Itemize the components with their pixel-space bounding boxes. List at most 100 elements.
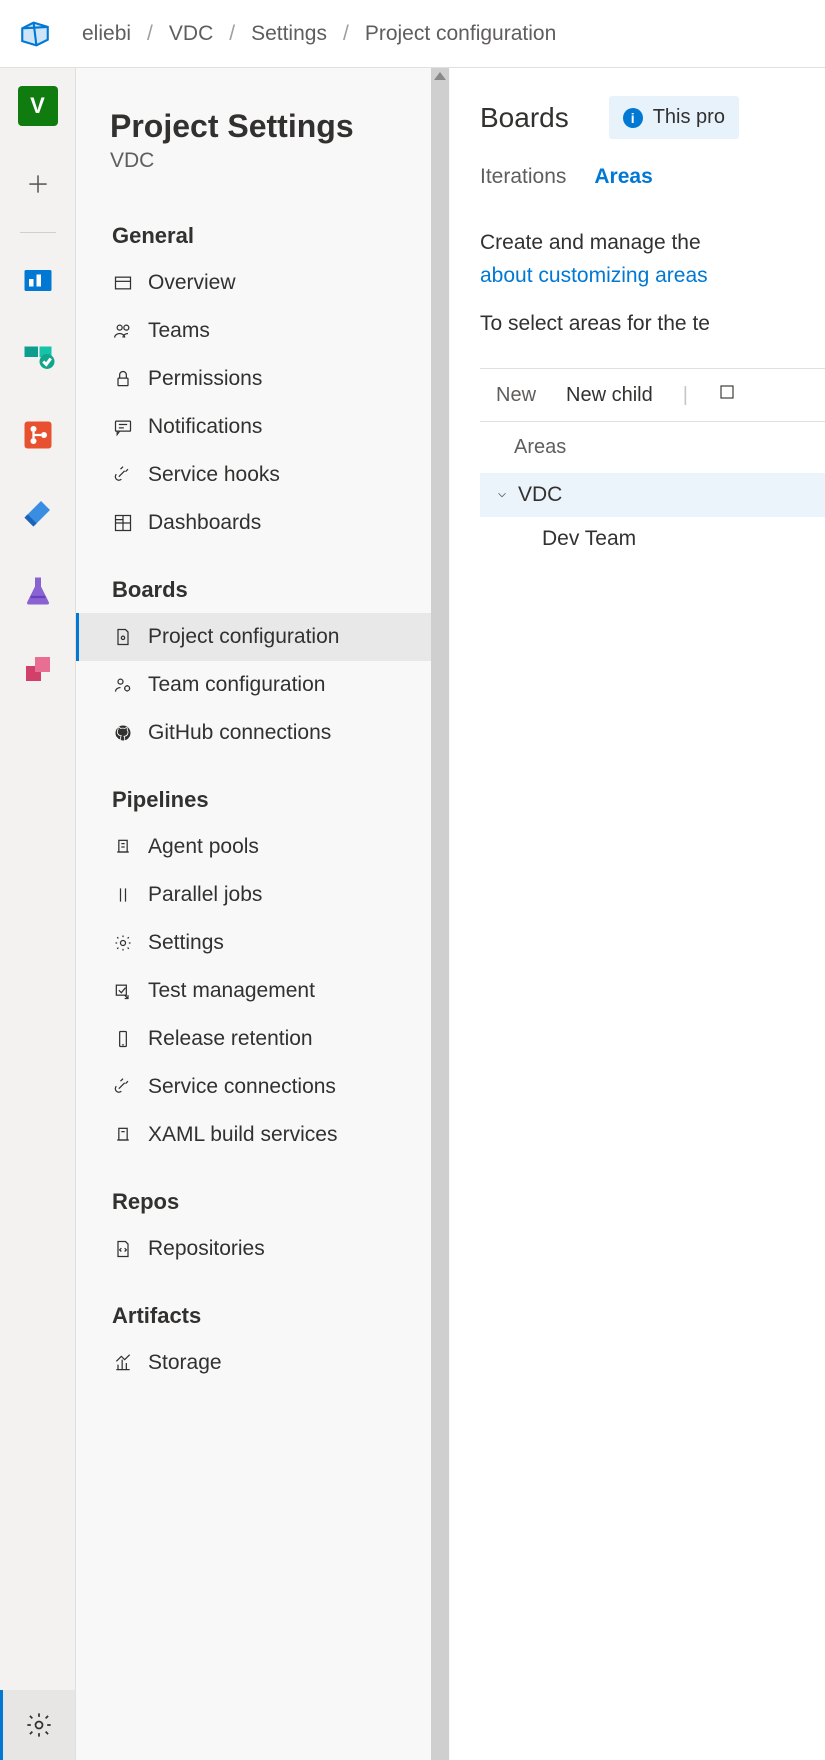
rail-pipelines[interactable] [18, 493, 58, 533]
settings-item-settings[interactable]: Settings [76, 919, 449, 967]
card-icon [112, 273, 134, 293]
settings-item-permissions[interactable]: Permissions [76, 355, 449, 403]
toolbar-sep: | [683, 384, 688, 407]
sidebar-scrollbar[interactable] [431, 68, 449, 1760]
settings-item-label: Release retention [148, 1027, 313, 1051]
breadcrumb-sep-icon: / [229, 22, 235, 46]
settings-item-repositories[interactable]: Repositories [76, 1225, 449, 1273]
chat-icon [112, 417, 134, 437]
breadcrumb-sep-icon: / [343, 22, 349, 46]
breadcrumb-project[interactable]: VDC [169, 22, 213, 46]
beaker-check-icon [112, 981, 134, 1001]
settings-item-label: Repositories [148, 1237, 265, 1261]
project-initial-badge: V [18, 86, 58, 126]
content-desc-link[interactable]: about customizing areas [480, 264, 708, 287]
breadcrumb-org[interactable]: eliebi [82, 22, 131, 46]
content-description-2: To select areas for the te [480, 312, 825, 336]
settings-item-label: XAML build services [148, 1123, 337, 1147]
info-icon: i [623, 108, 643, 128]
settings-item-dashboards[interactable]: Dashboards [76, 499, 449, 547]
gear-icon [112, 933, 134, 953]
content-area: Boards i This pro Iterations Areas Creat… [450, 68, 825, 1760]
tab-areas[interactable]: Areas [594, 165, 652, 199]
settings-item-label: Storage [148, 1351, 222, 1375]
settings-item-agent-pools[interactable]: Agent pools [76, 823, 449, 871]
rail-boards[interactable] [18, 337, 58, 377]
flask-icon [20, 573, 56, 609]
scroll-up-icon [434, 72, 446, 80]
breadcrumb-current: Project configuration [365, 22, 556, 46]
rail-overview[interactable] [18, 259, 58, 299]
content-description: Create and manage the about customizing … [480, 227, 825, 292]
chevron-down-icon [494, 488, 510, 502]
content-tabs: Iterations Areas [480, 165, 825, 199]
section-general: General [76, 193, 449, 259]
settings-item-storage[interactable]: Storage [76, 1339, 449, 1387]
page-title: Project Settings [76, 108, 449, 145]
settings-item-project-config[interactable]: Project configuration [76, 613, 449, 661]
settings-item-label: Project configuration [148, 625, 339, 649]
plug-icon [112, 465, 134, 485]
project-settings-sidebar: Project Settings VDC General Overview Te… [76, 68, 450, 1760]
tab-iterations[interactable]: Iterations [480, 165, 566, 199]
info-callout[interactable]: i This pro [609, 96, 739, 139]
settings-item-label: Service hooks [148, 463, 280, 487]
section-boards: Boards [76, 547, 449, 613]
server-icon [112, 837, 134, 857]
settings-item-parallel-jobs[interactable]: Parallel jobs [76, 871, 449, 919]
repos-icon [20, 417, 56, 453]
settings-item-label: Notifications [148, 415, 262, 439]
area-tree-label: Dev Team [542, 527, 636, 551]
area-tree-child[interactable]: Dev Team [480, 517, 825, 561]
rail-artifacts[interactable] [18, 649, 58, 689]
settings-item-label: Service connections [148, 1075, 336, 1099]
rail-divider [20, 232, 56, 233]
settings-item-label: Dashboards [148, 511, 261, 535]
artifacts-icon [20, 651, 56, 687]
settings-item-xaml[interactable]: XAML build services [76, 1111, 449, 1159]
rail-project-badge[interactable]: V [18, 86, 58, 126]
rail-add-button[interactable] [18, 164, 58, 204]
settings-item-label: Team configuration [148, 673, 325, 697]
settings-item-teams[interactable]: Teams [76, 307, 449, 355]
settings-item-team-config[interactable]: Team configuration [76, 661, 449, 709]
phone-icon [112, 1029, 134, 1049]
rail-settings-button[interactable] [0, 1690, 75, 1760]
areas-toolbar: New New child | [480, 368, 825, 422]
devops-logo-icon[interactable] [18, 17, 52, 51]
toolbar-new-child-button[interactable]: New child [566, 384, 653, 407]
settings-item-label: Settings [148, 931, 224, 955]
area-tree-root[interactable]: VDC [480, 473, 825, 517]
section-artifacts: Artifacts [76, 1273, 449, 1339]
settings-item-service-connections[interactable]: Service connections [76, 1063, 449, 1111]
breadcrumb-section[interactable]: Settings [251, 22, 327, 46]
code-file-icon [112, 1239, 134, 1259]
rail-testplans[interactable] [18, 571, 58, 611]
content-desc-text: Create and manage the [480, 231, 701, 254]
rail-repos[interactable] [18, 415, 58, 455]
settings-item-github[interactable]: GitHub connections [76, 709, 449, 757]
settings-item-overview[interactable]: Overview [76, 259, 449, 307]
settings-item-notifications[interactable]: Notifications [76, 403, 449, 451]
areas-column-header: Areas [480, 422, 825, 473]
lock-icon [112, 369, 134, 389]
toolbar-new-button[interactable]: New [496, 384, 536, 407]
parallel-icon [112, 885, 134, 905]
info-callout-text: This pro [653, 106, 725, 129]
area-tree-label: VDC [518, 483, 562, 507]
settings-item-test-management[interactable]: Test management [76, 967, 449, 1015]
page-subtitle: VDC [76, 145, 449, 193]
content-title: Boards [480, 102, 569, 134]
top-breadcrumb-bar: eliebi / VDC / Settings / Project config… [0, 0, 825, 68]
settings-item-release-retention[interactable]: Release retention [76, 1015, 449, 1063]
github-icon [112, 723, 134, 743]
settings-item-label: Test management [148, 979, 315, 1003]
toolbar-more-icon[interactable] [718, 383, 736, 407]
breadcrumb-sep-icon: / [147, 22, 153, 46]
plug-icon [112, 1077, 134, 1097]
pipelines-icon [20, 495, 56, 531]
settings-item-service-hooks[interactable]: Service hooks [76, 451, 449, 499]
section-repos: Repos [76, 1159, 449, 1225]
settings-item-label: Parallel jobs [148, 883, 262, 907]
people-icon [112, 321, 134, 341]
